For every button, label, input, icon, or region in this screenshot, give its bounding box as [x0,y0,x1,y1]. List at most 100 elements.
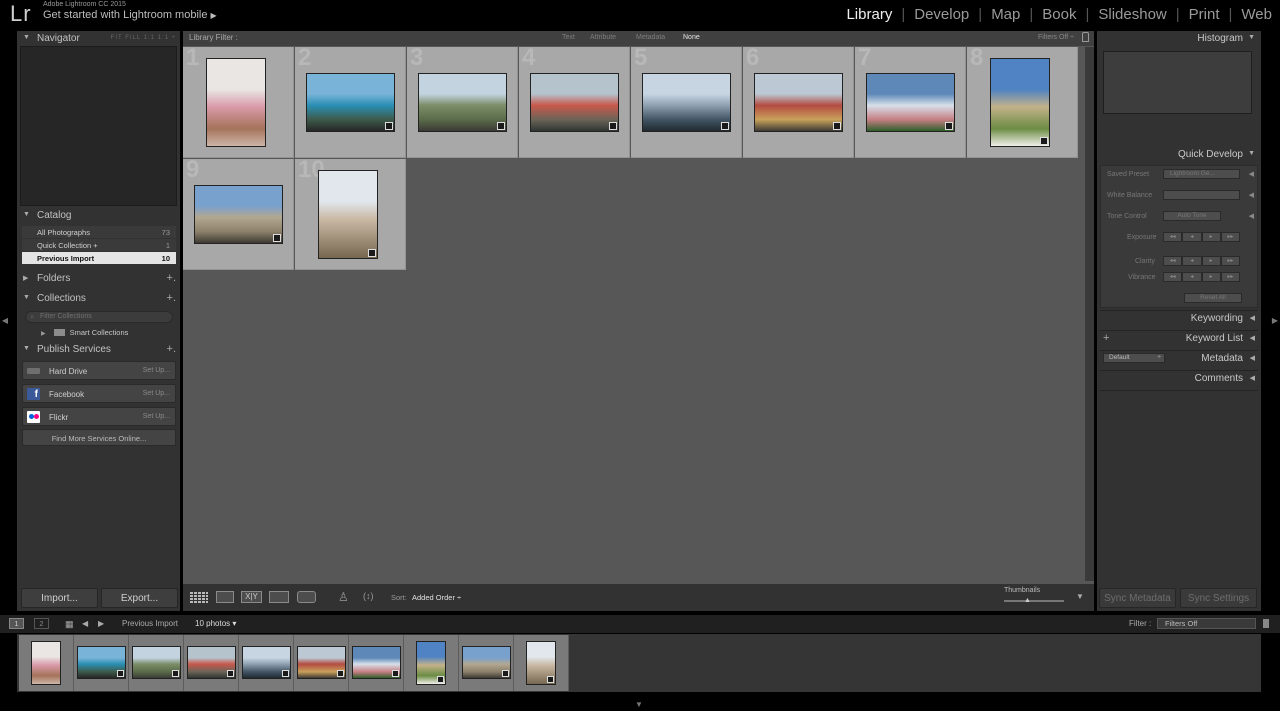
filter-toggle-icon[interactable] [1263,619,1269,628]
publish-services-header[interactable]: ▼ Publish Services +. [17,342,180,359]
auto-tone-button[interactable]: Auto Tone [1163,211,1221,221]
grid-cell[interactable]: 5 [631,44,742,158]
catalog-item-previous-import[interactable]: Previous Import 10 [22,252,176,264]
edited-badge-icon[interactable] [497,122,505,130]
filmstrip-thumbnail[interactable] [416,641,446,685]
filter-tab-text[interactable]: Text [562,34,575,41]
module-library[interactable]: Library [844,6,894,23]
setup-button[interactable]: Set Up... [143,413,170,420]
histogram-header[interactable]: Histogram ▼ [1097,31,1261,48]
lock-icon[interactable] [1082,32,1089,42]
edited-badge-icon[interactable] [945,122,953,130]
photo-thumbnail[interactable] [642,73,731,132]
edited-badge-icon[interactable] [833,122,841,130]
publish-hard-drive[interactable]: Hard Drive Set Up... [22,361,176,380]
photo-thumbnail[interactable] [318,170,378,259]
filmstrip-cell[interactable] [459,635,514,691]
grid-cell[interactable]: 3 [407,44,518,158]
edited-badge-icon[interactable] [273,234,281,242]
filmstrip-cell[interactable] [239,635,294,691]
filter-tab-metadata[interactable]: Metadata [636,34,665,41]
import-button[interactable]: Import... [21,588,98,608]
grid-cell[interactable]: 9 [183,156,294,270]
catalog-header[interactable]: ▼ Catalog [17,208,180,225]
edited-badge-icon[interactable] [609,122,617,130]
left-panel-toggle-icon[interactable]: ◀ [1,316,9,325]
collections-filter-input[interactable]: ⌕ Filter Collections [25,311,173,323]
catalog-item-all-photographs[interactable]: All Photographs 73 [22,226,176,238]
grid-scrollbar[interactable] [1085,47,1094,581]
find-more-services-button[interactable]: Find More Services Online... [22,429,176,446]
smart-collections-folder[interactable]: ▶ Smart Collections [41,328,128,337]
grid-cell[interactable]: 2 [295,44,406,158]
filmstrip-cell[interactable] [294,635,349,691]
vibrance-buttons[interactable]: ◂◂ ◂ ▸ ▸▸ [1163,272,1240,282]
filmstrip-cell[interactable] [349,635,404,691]
filmstrip-filter-dropdown[interactable]: Filters Off [1157,618,1256,629]
module-web[interactable]: Web [1239,6,1274,23]
toolbar-options-icon[interactable]: ▼ [1076,592,1084,601]
export-button[interactable]: Export... [101,588,178,608]
add-collection-button[interactable]: +. [167,292,176,304]
filmstrip-thumbnail[interactable] [242,646,291,679]
expand-icon[interactable]: ◀ [1249,170,1254,178]
photo-thumbnail[interactable] [418,73,507,132]
photo-thumbnail[interactable] [866,73,955,132]
filmstrip-thumbnail[interactable] [526,641,556,685]
filmstrip-cell[interactable] [404,635,459,691]
sort-direction-icon[interactable]: (↕) [363,591,374,601]
edited-badge-icon[interactable] [721,122,729,130]
module-develop[interactable]: Develop [912,6,971,23]
grid-cell[interactable]: 10 [295,156,406,270]
photo-thumbnail[interactable] [530,73,619,132]
keyword-list-header[interactable]: + Keyword List ◀ [1097,331,1261,348]
comments-header[interactable]: Comments ◀ [1097,371,1261,388]
slider-knob[interactable]: ▲ [1024,597,1031,604]
photo-count-dropdown[interactable]: 10 photos ▾ [195,619,236,628]
photo-thumbnail[interactable] [306,73,395,132]
sync-settings-button[interactable]: Sync Settings [1180,588,1257,608]
keywording-header[interactable]: Keywording ◀ [1097,311,1261,328]
filmstrip-thumbnail[interactable] [297,646,346,679]
filmstrip-cell[interactable] [19,635,74,691]
filmstrip-toggle-icon[interactable]: ▼ [635,700,643,709]
painter-icon[interactable]: ♙ [338,590,349,604]
forward-arrow-icon[interactable]: ▶ [98,619,104,628]
filter-tab-none[interactable]: None [683,34,700,41]
grid-cell[interactable]: 8 [967,44,1078,158]
grid-cell[interactable]: 1 [183,44,294,158]
thumbnails-size-slider[interactable] [1004,600,1064,602]
clarity-buttons[interactable]: ◂◂ ◂ ▸ ▸▸ [1163,256,1240,266]
filmstrip-cell[interactable] [74,635,129,691]
setup-button[interactable]: Set Up... [143,367,170,374]
photo-thumbnail[interactable] [990,58,1050,147]
add-publish-service-button[interactable]: +. [167,343,176,355]
filmstrip-cell[interactable] [129,635,184,691]
expand-icon[interactable]: ◀ [1249,212,1254,220]
setup-button[interactable]: Set Up... [143,390,170,397]
photo-thumbnail[interactable] [754,73,843,132]
add-keyword-button[interactable]: + [1103,332,1109,344]
filmstrip-thumbnail[interactable] [31,641,61,685]
expand-icon[interactable]: ◀ [1249,191,1254,199]
survey-view-icon[interactable] [269,591,289,603]
filmstrip-cell[interactable] [184,635,239,691]
sync-metadata-button[interactable]: Sync Metadata [1099,588,1176,608]
add-folder-button[interactable]: +. [167,272,176,284]
module-print[interactable]: Print [1187,6,1222,23]
filmstrip-thumbnail[interactable] [462,646,511,679]
publish-flickr[interactable]: Flickr Set Up... [22,407,176,426]
filmstrip-thumbnail[interactable] [187,646,236,679]
filter-presets-dropdown[interactable]: Filters Off ÷ [1038,34,1074,41]
edited-badge-icon[interactable] [368,249,376,257]
grid-view-icon[interactable] [190,591,208,603]
grid-cell[interactable]: 4 [519,44,630,158]
sort-dropdown[interactable]: Added Order ÷ [412,593,461,602]
folders-header[interactable]: ▶ Folders +. [17,271,180,288]
filmstrip-thumbnail[interactable] [352,646,401,679]
quick-develop-header[interactable]: Quick Develop ▼ [1097,147,1261,164]
loupe-view-icon[interactable] [216,591,234,603]
catalog-item-quick-collection[interactable]: Quick Collection +1 [22,239,176,251]
publish-facebook[interactable]: f Facebook Set Up... [22,384,176,403]
photo-thumbnail[interactable] [206,58,266,147]
